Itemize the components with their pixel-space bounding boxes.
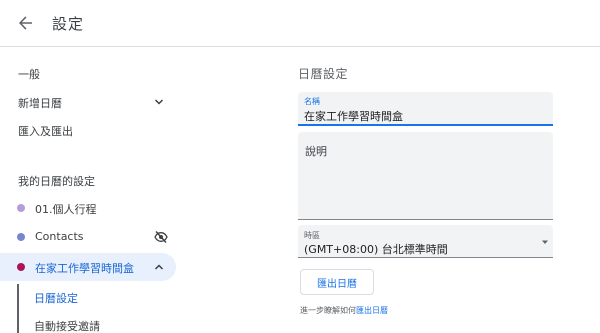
learn-more-text: 進一步瞭解如何匯出日曆	[300, 305, 388, 316]
my-calendars-heading: 我的日曆的設定	[18, 175, 95, 188]
calendar-label: 在家工作學習時間盒	[35, 262, 134, 275]
sidebar-item-label: 一般	[18, 68, 40, 81]
calendar-color-dot	[17, 233, 25, 241]
sidebar-calendar-wfh-timebox[interactable]: 在家工作學習時間盒	[0, 253, 176, 281]
name-field-value[interactable]: 在家工作學習時間盒	[304, 108, 403, 124]
sidebar-item-import-export[interactable]: 匯入及匯出	[0, 117, 176, 145]
description-field[interactable]: 說明	[298, 132, 553, 220]
sidebar-item-label: 匯入及匯出	[18, 125, 73, 138]
export-calendar-button[interactable]: 匯出日曆	[300, 269, 374, 295]
name-field-label: 名稱	[304, 97, 320, 106]
sidebar-item-label: 新增日曆	[18, 97, 62, 110]
timezone-select[interactable]: 時區 (GMT+08:00) 台北標準時間	[298, 225, 553, 258]
calendar-label: Contacts	[35, 230, 84, 243]
calendar-settings-panel: 日曆設定 名稱 在家工作學習時間盒 說明 時區 (GMT+08:00) 台北標準…	[298, 47, 598, 333]
calendar-name-field[interactable]: 名稱 在家工作學習時間盒	[298, 92, 553, 126]
chevron-up-icon	[154, 264, 164, 270]
sidebar-subitem-calendar-settings[interactable]: 日曆設定	[34, 290, 78, 306]
sidebar-subitem-auto-accept[interactable]: 自動接受邀請	[34, 318, 100, 333]
sidebar-item-general[interactable]: 一般	[0, 60, 176, 88]
calendar-color-dot	[17, 263, 25, 271]
description-placeholder: 說明	[305, 145, 327, 158]
dropdown-arrow-icon	[542, 240, 548, 244]
settings-sidebar: 一般 新增日曆 匯入及匯出 我的日曆的設定 01.個人行程 Contacts 在…	[0, 47, 180, 333]
arrow-left-icon	[19, 16, 32, 30]
eye-off-icon[interactable]	[154, 230, 168, 244]
calendar-label: 01.個人行程	[35, 203, 97, 216]
settings-header: 設定	[0, 0, 600, 47]
learn-more-link[interactable]: 匯出日曆	[356, 306, 388, 315]
timezone-value: (GMT+08:00) 台北標準時間	[304, 243, 448, 256]
page-title: 設定	[52, 15, 85, 33]
chevron-down-icon	[154, 99, 164, 105]
sidebar-calendar-contacts[interactable]: Contacts	[0, 223, 176, 251]
timezone-label: 時區	[304, 231, 320, 240]
learn-more-prefix: 進一步瞭解如何	[300, 306, 356, 315]
back-button[interactable]	[13, 10, 39, 36]
sidebar-calendar-personal[interactable]: 01.個人行程	[0, 194, 176, 222]
section-title: 日曆設定	[298, 67, 349, 81]
calendar-color-dot	[17, 204, 25, 212]
selected-indicator	[17, 284, 19, 333]
sidebar-item-add-calendar[interactable]: 新增日曆	[0, 89, 176, 117]
